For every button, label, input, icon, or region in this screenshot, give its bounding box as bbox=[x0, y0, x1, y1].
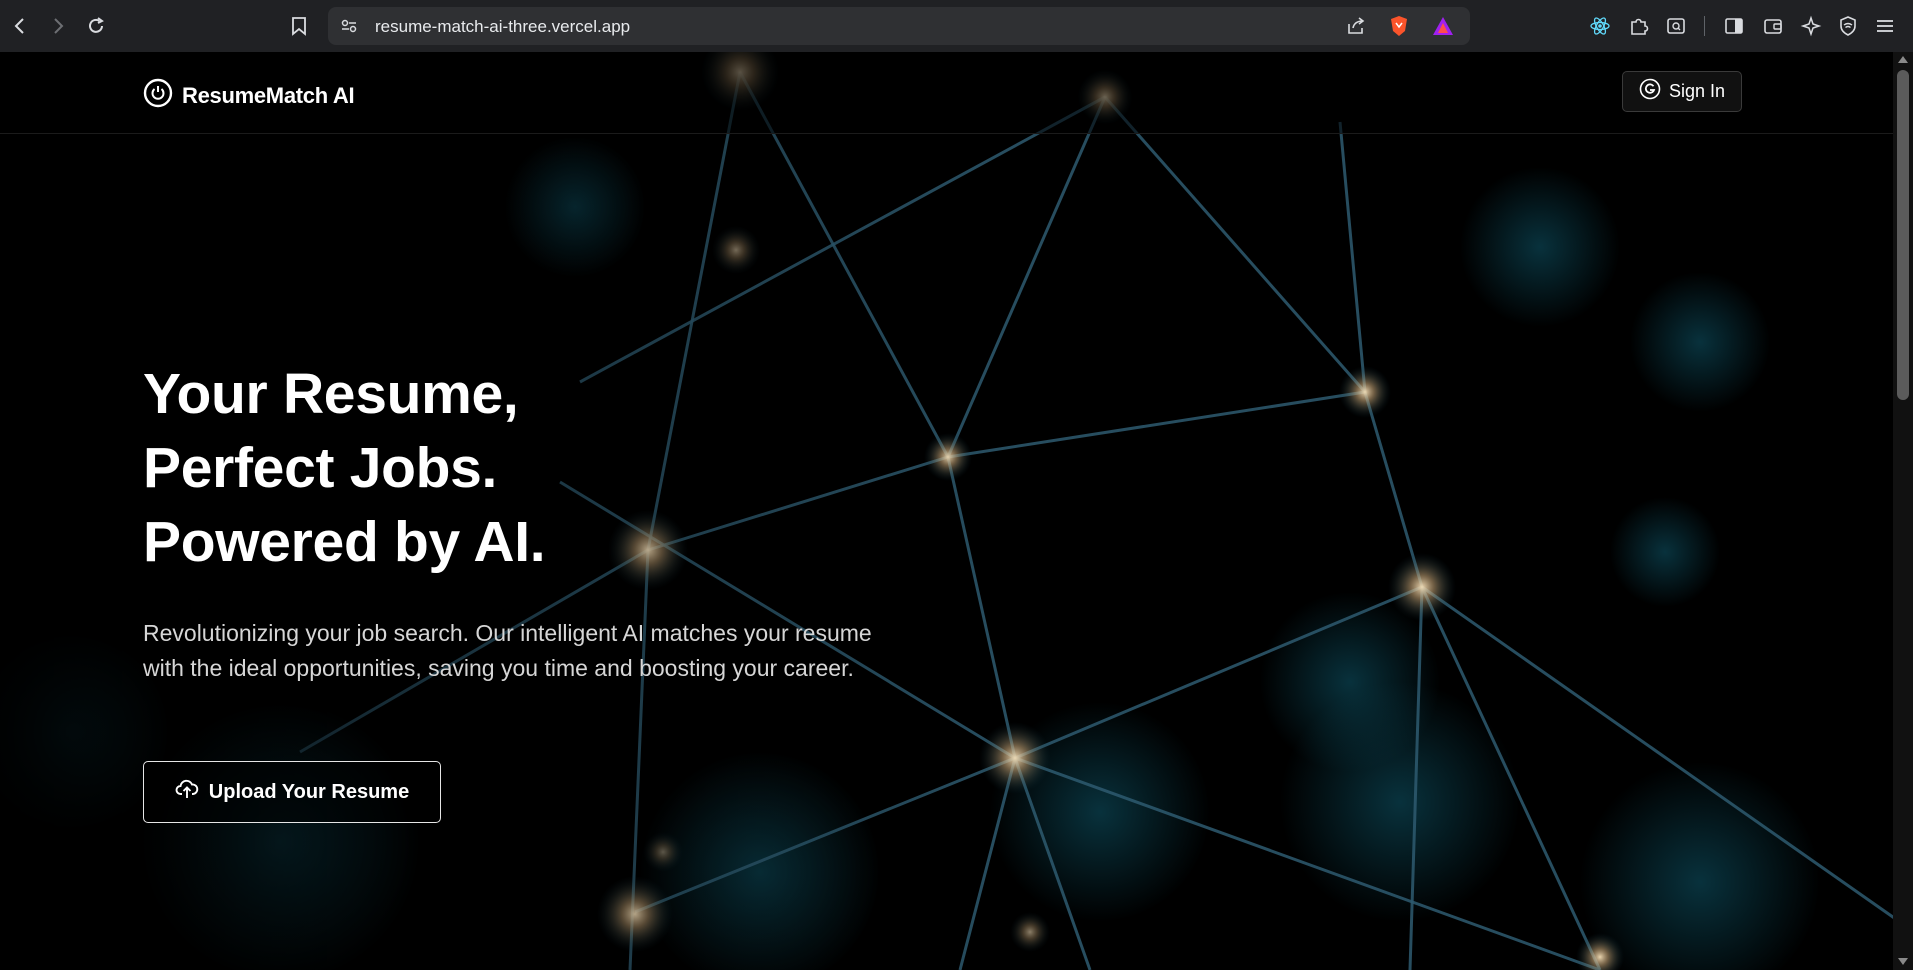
upload-resume-button[interactable]: Upload Your Resume bbox=[143, 761, 441, 823]
url-text[interactable]: resume-match-ai-three.vercel.app bbox=[375, 17, 630, 37]
share-icon[interactable] bbox=[1346, 16, 1366, 41]
address-bar[interactable]: resume-match-ai-three.vercel.app bbox=[328, 7, 1470, 45]
brave-shields-icon[interactable] bbox=[1389, 15, 1409, 42]
leo-ai-icon[interactable] bbox=[1799, 14, 1823, 38]
forward-icon[interactable] bbox=[44, 12, 72, 40]
site-header: ResumeMatch AI Sign In bbox=[0, 52, 1893, 134]
menu-icon[interactable] bbox=[1873, 14, 1897, 38]
sidebar-icon[interactable] bbox=[1722, 14, 1746, 38]
scroll-up-arrow-icon[interactable] bbox=[1898, 56, 1908, 63]
site-settings-icon[interactable] bbox=[340, 17, 358, 40]
brand-logo[interactable]: ResumeMatch AI bbox=[143, 78, 355, 113]
hero-description: Revolutionizing your job search. Our int… bbox=[143, 620, 872, 681]
browser-toolbar: resume-match-ai-three.vercel.app bbox=[0, 0, 1913, 52]
scrollbar-thumb[interactable] bbox=[1897, 70, 1909, 400]
back-icon[interactable] bbox=[6, 12, 34, 40]
brave-rewards-icon[interactable] bbox=[1432, 16, 1454, 41]
google-g-icon bbox=[1639, 78, 1661, 105]
hero-title: Your Resume, Perfect Jobs. Powered by AI… bbox=[143, 357, 546, 579]
sign-in-label: Sign In bbox=[1668, 81, 1726, 101]
reload-icon[interactable] bbox=[82, 12, 110, 40]
scroll-down-arrow-icon[interactable] bbox=[1898, 958, 1908, 965]
upload-resume-label: Upload Your Resume bbox=[208, 780, 410, 803]
hero-title-line: Powered by AI. bbox=[143, 510, 546, 574]
wallet-icon[interactable] bbox=[1761, 14, 1785, 38]
hero-title-line: Perfect Jobs. bbox=[143, 436, 498, 500]
hero-title-line: Your Resume, bbox=[143, 362, 519, 426]
toolbar-divider bbox=[1704, 16, 1705, 36]
vpn-shield-icon[interactable] bbox=[1836, 14, 1860, 38]
extensions-icon[interactable] bbox=[1627, 14, 1651, 38]
power-icon bbox=[143, 78, 173, 113]
react-devtools-icon[interactable] bbox=[1588, 14, 1612, 38]
cloud-upload-icon bbox=[175, 778, 199, 806]
sign-in-button[interactable]: Sign In bbox=[1622, 71, 1742, 112]
web-page: ResumeMatch AI Sign In Your Resume, Perf… bbox=[0, 52, 1913, 970]
brand-name: ResumeMatch AI bbox=[182, 82, 355, 108]
tab-search-icon[interactable] bbox=[1664, 14, 1688, 38]
bookmark-icon[interactable] bbox=[285, 12, 313, 40]
page-scrollbar[interactable] bbox=[1893, 52, 1913, 970]
